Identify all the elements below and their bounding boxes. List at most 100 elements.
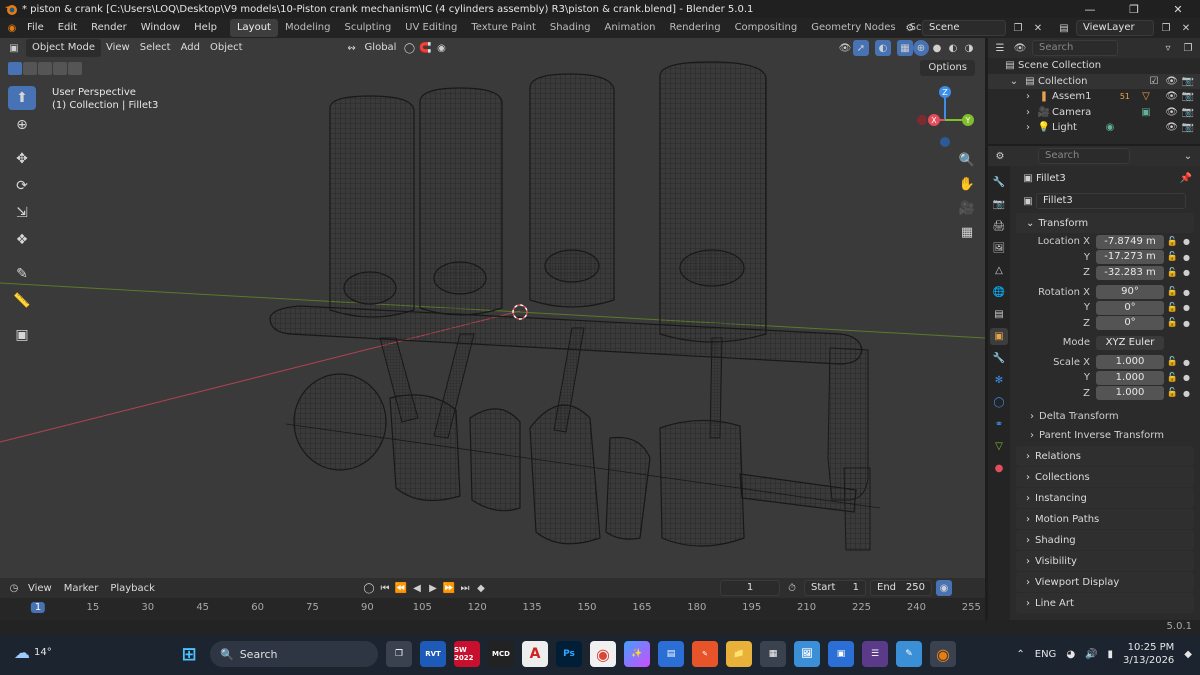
expand-chevron-icon[interactable]: › [1020, 104, 1036, 120]
weather-widget[interactable]: ☁ 14° [14, 643, 52, 662]
calculator-app-icon[interactable]: ▦ [760, 641, 786, 667]
assem1-visibility-icon[interactable]: 👁 [1165, 91, 1178, 102]
frame-ruler[interactable]: 1 15 30 45 60 75 90 105 120 135 150 165 180 195 210 225… [0, 598, 985, 620]
end-frame-field[interactable]: End 250 [870, 580, 932, 596]
visibility-icon[interactable]: 👁 [837, 40, 853, 56]
chrome-app-icon[interactable]: ◉ [590, 641, 616, 667]
task-view-icon[interactable]: ❐ [386, 641, 412, 667]
material-shading-icon[interactable]: ◐ [945, 40, 961, 56]
menu-edit[interactable]: Edit [51, 18, 84, 38]
rotation-x-field[interactable]: 90° [1096, 285, 1164, 300]
line-art-panel[interactable]: › Line Art [1016, 593, 1194, 613]
scale-tool-icon[interactable]: ⇲ [8, 201, 36, 225]
lock-icon[interactable]: 🔓 [1167, 388, 1178, 398]
delete-view-layer-icon[interactable]: ✕ [1178, 20, 1194, 36]
pin-icon[interactable]: 📌 [1178, 170, 1194, 186]
relations-panel[interactable]: › Relations [1016, 446, 1194, 466]
keyframe-dot-icon[interactable]: ● [1183, 373, 1190, 382]
object-mode-dropdown[interactable]: Object Mode [26, 39, 101, 57]
select-box-tool-icon[interactable]: ⬆ [8, 86, 36, 110]
select-new-icon[interactable] [8, 62, 22, 75]
blender-taskbar-icon[interactable]: ◉ [930, 641, 956, 667]
tab-compositing[interactable]: Compositing [728, 19, 805, 37]
tab-shading[interactable]: Shading [543, 19, 598, 37]
properties-search-input[interactable]: Search [1038, 148, 1130, 164]
taskbar-search[interactable]: 🔍 Search [210, 641, 378, 667]
lock-icon[interactable]: 🔓 [1167, 303, 1178, 313]
app-stack-icon[interactable]: ☰ [862, 641, 888, 667]
viewport-display-panel[interactable]: › Viewport Display [1016, 572, 1194, 592]
menu-window[interactable]: Window [134, 18, 187, 38]
datablock-icon[interactable]: ▣ [1020, 193, 1036, 209]
notification-icon[interactable]: ◆ [1184, 649, 1192, 660]
wifi-icon[interactable]: ◕ [1066, 649, 1075, 660]
tab-texture-paint[interactable]: Texture Paint [464, 19, 543, 37]
lock-icon[interactable]: 🔓 [1167, 287, 1178, 297]
light-render-icon[interactable]: 📷 [1182, 122, 1194, 133]
render-tab-icon[interactable]: 📷 [990, 196, 1008, 213]
location-x-field[interactable]: -7.8749 m [1096, 234, 1164, 249]
start-frame-field[interactable]: Start 1 [804, 580, 866, 596]
reader-app-icon[interactable]: ✎ [692, 641, 718, 667]
lock-icon[interactable]: 🔓 [1167, 268, 1178, 278]
collection-tab-icon[interactable]: ▤ [990, 306, 1008, 323]
view-menu[interactable]: View [101, 39, 135, 57]
location-y-field[interactable]: -17.273 m [1096, 250, 1164, 265]
lock-icon[interactable]: 🔓 [1167, 373, 1178, 383]
keyframe-dot-icon[interactable]: ● [1183, 319, 1190, 328]
lock-icon[interactable]: 🔓 [1167, 237, 1178, 247]
outliner-item-light[interactable]: › 💡 Light ◉ 👁 📷 [988, 120, 1200, 136]
transform-tool-icon[interactable]: ❖ [8, 228, 36, 252]
clock[interactable]: 10:25 PM 3/13/2026 [1123, 641, 1174, 667]
delta-transform-subpanel[interactable]: › Delta Transform [1012, 407, 1198, 426]
view-layer-field[interactable]: ViewLayer [1076, 20, 1154, 36]
blender-menu-icon[interactable]: ◉ [4, 20, 20, 36]
outliner-item-assem1[interactable]: › ❚ Assem1 51 ▽ 👁 📷 [988, 89, 1200, 105]
collection-checkbox-icon[interactable]: ☑ [1146, 73, 1162, 89]
photoshop-app-icon[interactable]: Ps [556, 641, 582, 667]
shading-panel[interactable]: › Shading [1016, 530, 1194, 550]
acrobat-app-icon[interactable]: A [522, 641, 548, 667]
proportional-edit-icon[interactable]: ◉ [433, 40, 449, 56]
instancing-panel[interactable]: › Instancing [1016, 488, 1194, 508]
keyframe-dot-icon[interactable]: ● [1183, 237, 1190, 246]
pivot-icon[interactable]: ◯ [401, 40, 417, 56]
keyframe-icon[interactable]: ◆ [473, 580, 489, 596]
gizmo-toggle-icon[interactable]: ➚ [853, 40, 869, 56]
output-tab-icon[interactable]: 🖨 [990, 218, 1008, 235]
zoom-icon[interactable]: 🔍 [956, 150, 978, 170]
keyframe-dot-icon[interactable]: ● [1183, 253, 1190, 262]
select-invert-icon[interactable] [53, 62, 67, 75]
record-icon[interactable]: ◯ [361, 580, 377, 596]
select-subtract-icon[interactable] [38, 62, 52, 75]
light-visibility-icon[interactable]: 👁 [1165, 122, 1178, 133]
scale-y-field[interactable]: 1.000 [1096, 370, 1164, 385]
collection-row[interactable]: ⌄ ▤ Collection ☑ 👁 📷 [988, 73, 1200, 89]
file-explorer-icon[interactable]: 📁 [726, 641, 752, 667]
add-cube-tool-icon[interactable]: ▣ [8, 323, 36, 347]
current-frame-field[interactable]: 1 [720, 580, 780, 596]
tray-chevron-icon[interactable]: ⌃ [1016, 649, 1024, 660]
select-menu[interactable]: Select [135, 39, 176, 57]
mathcad-app-icon[interactable]: MCD [488, 641, 514, 667]
keyframe-dot-icon[interactable]: ● [1183, 358, 1190, 367]
visibility-panel[interactable]: › Visibility [1016, 551, 1194, 571]
properties-editor-type-icon[interactable]: ⚙ [992, 148, 1008, 164]
tab-animation[interactable]: Animation [598, 19, 663, 37]
scene-tab-icon[interactable]: △ [990, 262, 1008, 279]
delete-scene-icon[interactable]: ✕ [1030, 20, 1046, 36]
solid-shading-icon[interactable]: ● [929, 40, 945, 56]
properties-options-icon[interactable]: ⌄ [1180, 148, 1196, 164]
3d-viewport[interactable]: ▣ Object Mode View Select Add Object ↭ G… [0, 38, 985, 578]
lock-icon[interactable]: 🔓 [1167, 357, 1178, 367]
rendered-shading-icon[interactable]: ◑ [961, 40, 977, 56]
volume-icon[interactable]: 🔊 [1085, 649, 1097, 660]
timeline-editor-type-icon[interactable]: ◷ [6, 580, 22, 596]
object-tab-icon[interactable]: ▣ [990, 328, 1008, 345]
physics-tab-icon[interactable]: ◯ [990, 394, 1008, 411]
notepad-app-icon[interactable]: ▤ [658, 641, 684, 667]
select-intersect-icon[interactable] [68, 62, 82, 75]
keyframe-dot-icon[interactable]: ● [1183, 389, 1190, 398]
material-tab-icon[interactable]: ● [990, 460, 1008, 477]
camera-view-icon[interactable]: 🎥 [956, 198, 978, 218]
